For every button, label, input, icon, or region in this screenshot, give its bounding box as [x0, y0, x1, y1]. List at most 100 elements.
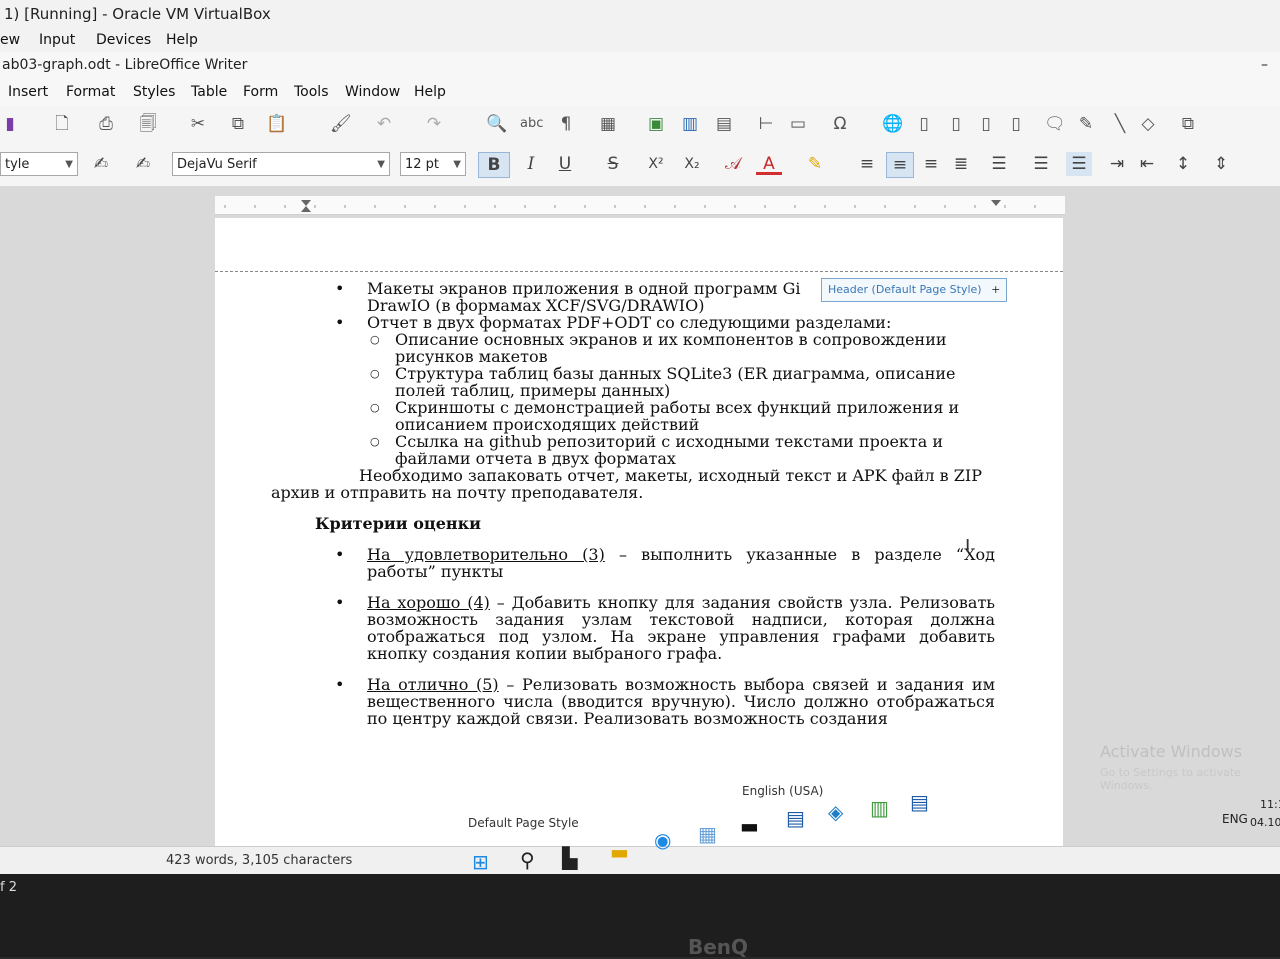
comment-icon[interactable]: 🗨 — [1044, 114, 1066, 134]
windows-start-icon[interactable]: ⊞ — [472, 850, 489, 874]
section-heading: Критерии оценки — [315, 514, 481, 533]
vbox-menu-devices[interactable]: Devices — [96, 28, 151, 52]
basic-shapes-icon[interactable]: ◇ — [1138, 114, 1158, 134]
bookmark-icon[interactable]: ▯ — [976, 114, 996, 134]
special-character-icon[interactable]: Ω — [830, 114, 850, 134]
search-icon[interactable]: ⚲ — [520, 848, 535, 872]
sub-list-item: Скриншоты с демонстрацией работы всех фу… — [315, 399, 995, 433]
paste-icon[interactable]: 📋 — [266, 114, 287, 134]
endnote-icon[interactable]: ▯ — [946, 114, 966, 134]
activate-windows-watermark: Activate Windows — [1100, 742, 1243, 761]
menu-insert[interactable]: Insert — [8, 78, 48, 106]
vbox-menu-view[interactable]: ew — [0, 28, 20, 52]
right-indent-marker-icon[interactable] — [991, 200, 1001, 206]
writer-menubar: Insert Format Styles Table Form Tools Wi… — [0, 78, 1280, 106]
vbox-menu-help[interactable]: Help — [166, 28, 198, 52]
chevron-down-icon: ▼ — [377, 159, 385, 170]
word-count[interactable]: 423 words, 3,105 characters — [166, 847, 352, 875]
menu-table[interactable]: Table — [191, 78, 227, 106]
print-icon[interactable]: ⎙ — [96, 114, 116, 134]
document-body[interactable]: Макеты экранов приложения в одной програ… — [271, 280, 995, 727]
menu-window[interactable]: Window — [345, 78, 400, 106]
insert-image-icon[interactable]: ▣ — [646, 114, 666, 134]
menu-styles[interactable]: Styles — [133, 78, 175, 106]
outline-list-icon[interactable]: ☰ — [1066, 152, 1092, 176]
list-item: На хорошо (4) – Добавить кнопку для зада… — [315, 594, 995, 662]
increase-indent-icon[interactable]: ⇥ — [1106, 152, 1128, 176]
subscript-button[interactable]: X₂ — [678, 152, 706, 176]
align-right-icon[interactable]: ≡ — [920, 152, 942, 176]
spelling-icon[interactable]: abc — [520, 114, 543, 134]
language-status[interactable]: English (USA) — [742, 784, 823, 798]
menu-tools[interactable]: Tools — [294, 78, 329, 106]
bold-button[interactable]: B — [478, 152, 510, 178]
insert-chart-icon[interactable]: ▥ — [680, 114, 700, 134]
italic-button[interactable]: I — [518, 152, 544, 176]
cut-icon[interactable]: ✂ — [188, 114, 208, 134]
align-center-icon[interactable]: ≡ — [886, 152, 914, 178]
highlight-color-icon[interactable]: ✎ — [802, 152, 828, 176]
hyperlink-icon[interactable]: 🌐 — [882, 114, 903, 134]
underline-button[interactable]: U — [552, 152, 578, 176]
tray-date[interactable]: 04.10.2 — [1250, 816, 1280, 829]
line-spacing-icon[interactable]: ↕ — [1170, 152, 1196, 176]
terminal-icon[interactable]: ▬ — [740, 814, 759, 838]
copy-icon[interactable]: ⧉ — [228, 114, 248, 134]
image-viewer-icon[interactable]: ▦ — [698, 822, 717, 846]
page-style-status[interactable]: Default Page Style — [468, 816, 579, 830]
clear-formatting-icon[interactable]: 𝒜 — [720, 152, 746, 176]
file-explorer-icon[interactable]: ▬ — [610, 840, 629, 864]
notepad-icon[interactable]: ▤ — [786, 806, 805, 830]
justify-icon[interactable]: ≣ — [950, 152, 972, 176]
formatting-marks-icon[interactable]: ¶ — [556, 114, 576, 134]
update-style-icon[interactable]: ✍ — [88, 152, 114, 176]
align-left-icon[interactable]: ≡ — [856, 152, 878, 176]
font-size-combo[interactable]: 12 pt ▼ — [400, 152, 466, 176]
font-size-value: 12 pt — [405, 157, 440, 172]
menu-format[interactable]: Format — [66, 78, 115, 106]
indent-marker-icon[interactable] — [301, 200, 311, 212]
document-page[interactable]: Header (Default Page Style) + Макеты экр… — [215, 218, 1063, 848]
superscript-button[interactable]: X² — [642, 152, 670, 176]
find-replace-icon[interactable]: 🔍 — [486, 114, 507, 134]
menu-form[interactable]: Form — [243, 78, 278, 106]
virtualbox-icon[interactable]: ◈ — [828, 800, 843, 824]
print-preview-icon[interactable]: 🗐 — [138, 114, 158, 134]
font-name-value: DejaVu Serif — [177, 157, 257, 172]
undo-icon[interactable]: ↶ — [374, 114, 394, 134]
formatting-toolbar: tyle ▼ ✍ ✍ DejaVu Serif ▼ 12 pt ▼ B I U … — [0, 142, 1280, 187]
font-color-button[interactable]: A — [756, 152, 782, 175]
redo-icon[interactable]: ↷ — [424, 114, 444, 134]
minimize-button[interactable]: – — [1261, 52, 1268, 78]
insert-line-icon[interactable]: ╲ — [1110, 114, 1130, 134]
decrease-indent-icon[interactable]: ⇤ — [1136, 152, 1158, 176]
new-style-icon[interactable]: ✍ — [130, 152, 156, 176]
writer-icon[interactable]: ▤ — [910, 790, 929, 814]
footnote-icon[interactable]: ▯ — [914, 114, 934, 134]
track-changes-icon[interactable]: ✎ — [1076, 114, 1096, 134]
calc-icon[interactable]: ▥ — [870, 796, 889, 820]
strikethrough-button[interactable]: S — [600, 152, 626, 176]
menu-help[interactable]: Help — [414, 78, 446, 106]
ordered-list-icon[interactable]: ☰ — [1028, 152, 1054, 176]
page-break-icon[interactable]: ⊢ — [756, 114, 776, 134]
horizontal-ruler[interactable] — [215, 196, 1065, 215]
insert-table-icon[interactable]: ▦ — [598, 114, 618, 134]
insert-textbox-icon[interactable]: ▤ — [714, 114, 734, 134]
vbox-menu-input[interactable]: Input — [39, 28, 75, 52]
paragraph-style-combo[interactable]: tyle ▼ — [0, 152, 78, 176]
font-name-combo[interactable]: DejaVu Serif ▼ — [172, 152, 390, 176]
templates-icon[interactable]: 🗋 — [52, 114, 72, 134]
writer-title-text: ab03-graph.odt - LibreOffice Writer — [2, 57, 248, 73]
tray-time[interactable]: 11:1 — [1260, 798, 1280, 811]
paragraph-spacing-icon[interactable]: ⇕ — [1210, 152, 1232, 176]
task-view-icon[interactable]: ▙ — [562, 846, 577, 870]
clone-formatting-icon[interactable]: 🖌 — [330, 114, 352, 134]
new-document-icon[interactable]: ▮ — [0, 114, 20, 134]
edge-browser-icon[interactable]: ◉ — [654, 828, 671, 852]
unordered-list-icon[interactable]: ☰ — [986, 152, 1012, 176]
tray-language[interactable]: ENG — [1222, 812, 1248, 826]
draw-functions-icon[interactable]: ⧉ — [1178, 114, 1198, 134]
cross-reference-icon[interactable]: ▯ — [1006, 114, 1026, 134]
insert-field-icon[interactable]: ▭ — [788, 114, 808, 134]
